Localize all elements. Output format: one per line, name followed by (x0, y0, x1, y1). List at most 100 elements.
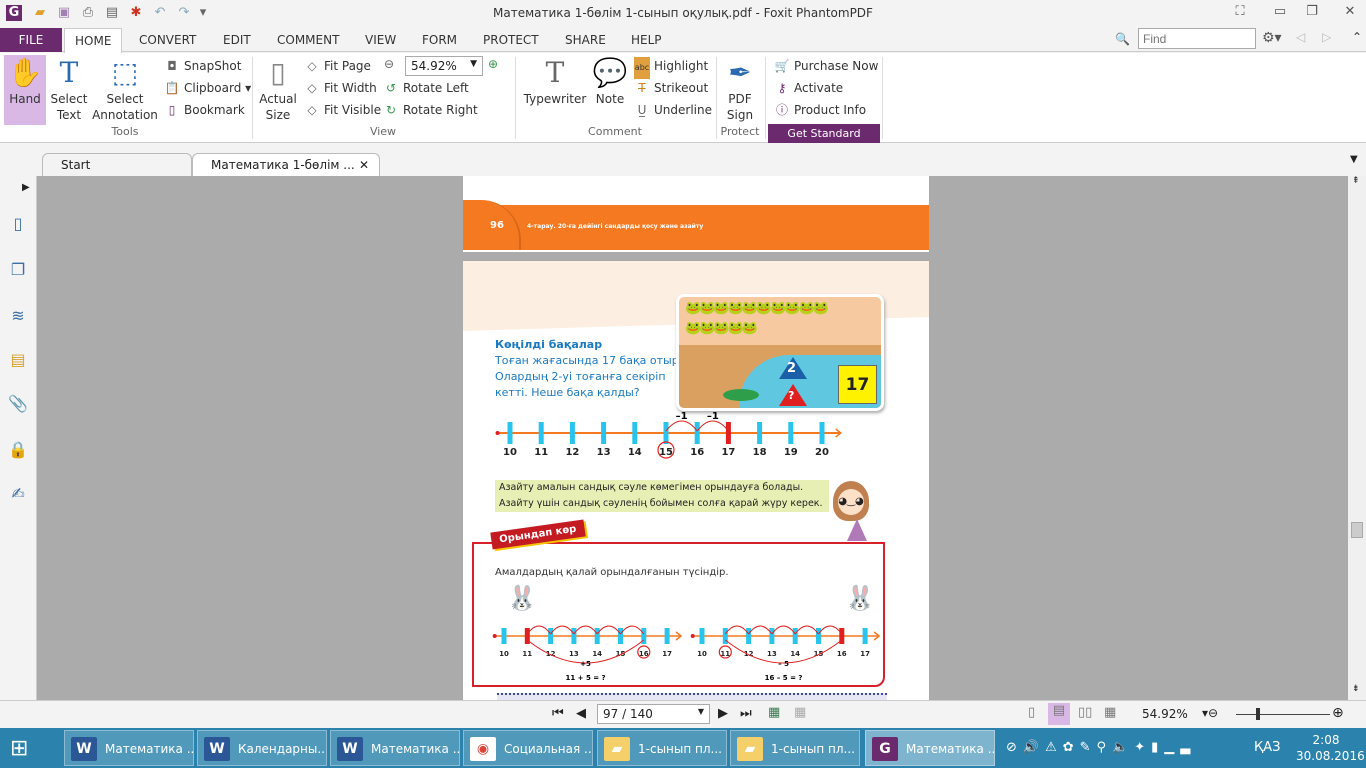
bookmark-button[interactable]: ▯ Bookmark (164, 99, 251, 121)
input-language[interactable]: ҚАЗ (1254, 740, 1280, 755)
zoom-select[interactable]: 54.92% ▼ (405, 56, 483, 76)
attachments-panel-icon[interactable]: 📎 (8, 394, 28, 414)
taskbar-item[interactable]: W Календарны... (197, 730, 327, 766)
tick-mark (501, 628, 507, 644)
taskbar-item[interactable]: ◉ Социальная ... (463, 730, 593, 766)
expand-sidebar-icon[interactable]: ▶ (22, 182, 30, 193)
scroll-down-icon[interactable]: ⇟ (1352, 684, 1360, 694)
first-page-icon[interactable]: ⏮ (552, 706, 564, 721)
zoom-slider[interactable] (1236, 714, 1330, 715)
number-line-subtraction: 10 11 12 13 14 15 16 17– 516 – 5 = ? (690, 625, 881, 682)
tab-document[interactable]: Математика 1-бөлім ... ✕ (192, 153, 380, 176)
document-viewer[interactable]: 96 4-тарау. 20-ға дейінгі сандарды қосу … (37, 176, 1348, 700)
taskbar-item[interactable]: W Математика ... (330, 730, 460, 766)
close-tab-icon[interactable]: ✕ (359, 154, 369, 177)
single-page-icon[interactable]: ▯ (1028, 705, 1035, 720)
strikeout-button[interactable]: T̶ Strikeout (634, 77, 712, 99)
clock[interactable]: 2:08 30.08.2016 (1296, 732, 1365, 764)
activate-button[interactable]: ⚷ Activate (774, 77, 878, 99)
hand-tool-button[interactable]: ✋ Hand (4, 55, 46, 125)
clipboard-button[interactable]: 📋 Clipboard ▾ (164, 77, 252, 99)
zoom-in-icon[interactable]: ⊕ (488, 57, 498, 71)
foxit-icon: G (872, 737, 898, 761)
tab-help[interactable]: HELP (621, 28, 672, 52)
find-folder-icon[interactable]: 🔍 (1115, 32, 1130, 46)
tab-edit[interactable]: EDIT (213, 28, 261, 52)
continuous-facing-icon[interactable]: ▦ (1104, 705, 1116, 720)
purchase-now-button[interactable]: 🛒 Purchase Now (774, 55, 879, 77)
vertical-scrollbar[interactable]: ⇞ ⇟ (1348, 176, 1366, 700)
minimize-button[interactable]: ▭ (1270, 4, 1290, 22)
tab-start[interactable]: Start (42, 153, 192, 176)
facing-pages-icon[interactable]: ▯▯ (1078, 705, 1092, 720)
taskbar-item[interactable]: G Математика ... (865, 730, 995, 766)
taskbar-item[interactable]: W Математика ... (64, 730, 194, 766)
pdf-sign-button[interactable]: ✒ PDF Sign (720, 55, 760, 123)
fit-page-button[interactable]: ◇ Fit Page (304, 55, 381, 77)
tab-home[interactable]: HOME (64, 28, 123, 53)
taskbar-item[interactable]: ▰ 1-сынып пл... (730, 730, 860, 766)
note-button[interactable]: 💬 Note (592, 55, 628, 107)
select-annotation-button[interactable]: ⬚ Select Annotation (92, 55, 158, 123)
jump-arc (724, 625, 750, 635)
fit-width-button[interactable]: ◇ Fit Width (304, 77, 381, 99)
scrollbar-thumb[interactable] (1351, 522, 1363, 538)
previous-result-icon[interactable]: ◁ (1296, 30, 1305, 44)
zoom-dropdown-icon[interactable]: ▾⊖ (1202, 706, 1218, 720)
zoom-slider-handle[interactable] (1256, 708, 1260, 720)
layers-panel-icon[interactable]: ≋ (8, 306, 28, 326)
comments-panel-icon[interactable]: ▤ (8, 350, 28, 370)
actual-size-button[interactable]: ▯ Actual Size (258, 55, 298, 123)
rotate-left-button[interactable]: ↺ Rotate Left (383, 77, 478, 99)
snapshot-button[interactable]: ◘ SnapShot (164, 55, 251, 77)
group-label-comment: Comment (588, 125, 642, 138)
get-standard-button[interactable]: Get Standard (768, 124, 880, 143)
tab-form[interactable]: FORM (412, 28, 467, 52)
security-lock-icon[interactable]: 🔒 (8, 440, 28, 460)
typewriter-button[interactable]: T Typewriter (522, 55, 588, 107)
folder-icon: ▰ (737, 737, 763, 761)
fullscreen-icon[interactable]: ⛶ (1230, 4, 1250, 22)
tab-list-dropdown-icon[interactable]: ▼ (1350, 154, 1358, 165)
page-number-input[interactable]: 97 / 140 ▼ (597, 704, 710, 724)
zoom-out-icon[interactable]: ⊖ (384, 57, 394, 71)
fit-visible-button[interactable]: ◇ Fit Visible (304, 99, 381, 121)
word-icon: W (204, 737, 230, 761)
tab-convert[interactable]: CONVERT (129, 28, 206, 52)
chapter-title: 4-тарау. 20-ға дейінгі сандарды қосу жән… (527, 223, 704, 230)
rotate-right-button[interactable]: ↻ Rotate Right (383, 99, 478, 121)
tab-file[interactable]: FILE (0, 28, 62, 52)
system-tray-icons[interactable]: ⊘🔊⚠✿✎⚲🔈✦▮▁▃ (1006, 740, 1196, 755)
tab-view[interactable]: VIEW (355, 28, 406, 52)
highlight-button[interactable]: abc Highlight (634, 55, 712, 79)
pages-panel-icon[interactable]: ❐ (8, 260, 28, 280)
chevron-down-icon: ▼ (697, 707, 704, 716)
zoom-in-icon[interactable]: ⊕ (1332, 705, 1344, 721)
select-text-button[interactable]: T Select Text (48, 55, 90, 123)
tab-comment[interactable]: COMMENT (267, 28, 349, 52)
product-info-button[interactable]: ⓘ Product Info (774, 99, 878, 121)
collapse-ribbon-icon[interactable]: ⌃ (1352, 30, 1362, 44)
find-input[interactable] (1138, 28, 1256, 49)
zoom-level[interactable]: 54.92% (1142, 707, 1188, 721)
scroll-up-icon[interactable]: ⇞ (1352, 176, 1360, 186)
tab-protect[interactable]: PROTECT (473, 28, 549, 52)
tab-share[interactable]: SHARE (555, 28, 616, 52)
continuous-page-icon[interactable]: ▤ (1048, 703, 1070, 725)
next-view-icon[interactable]: ▦ (794, 705, 806, 720)
next-page-icon[interactable]: ▶ (718, 706, 728, 721)
equation: 11 + 5 = ? (565, 674, 605, 682)
windows-start-icon[interactable]: ⊞ (10, 736, 28, 761)
previous-page-icon[interactable]: ◀ (576, 706, 586, 721)
next-exercise-box (497, 693, 887, 700)
next-result-icon[interactable]: ▷ (1322, 30, 1331, 44)
close-button[interactable]: ✕ (1340, 4, 1360, 22)
taskbar-item[interactable]: ▰ 1-сынып пл... (597, 730, 727, 766)
last-page-icon[interactable]: ⏭ (740, 706, 752, 721)
bookmarks-panel-icon[interactable]: ▯ (8, 214, 28, 234)
signatures-panel-icon[interactable]: ✍ (8, 484, 28, 504)
underline-button[interactable]: U̲ Underline (634, 99, 712, 121)
previous-view-icon[interactable]: ▦ (768, 705, 780, 720)
restore-button[interactable]: ❐ (1302, 4, 1322, 22)
settings-gear-icon[interactable]: ⚙▾ (1262, 30, 1282, 46)
